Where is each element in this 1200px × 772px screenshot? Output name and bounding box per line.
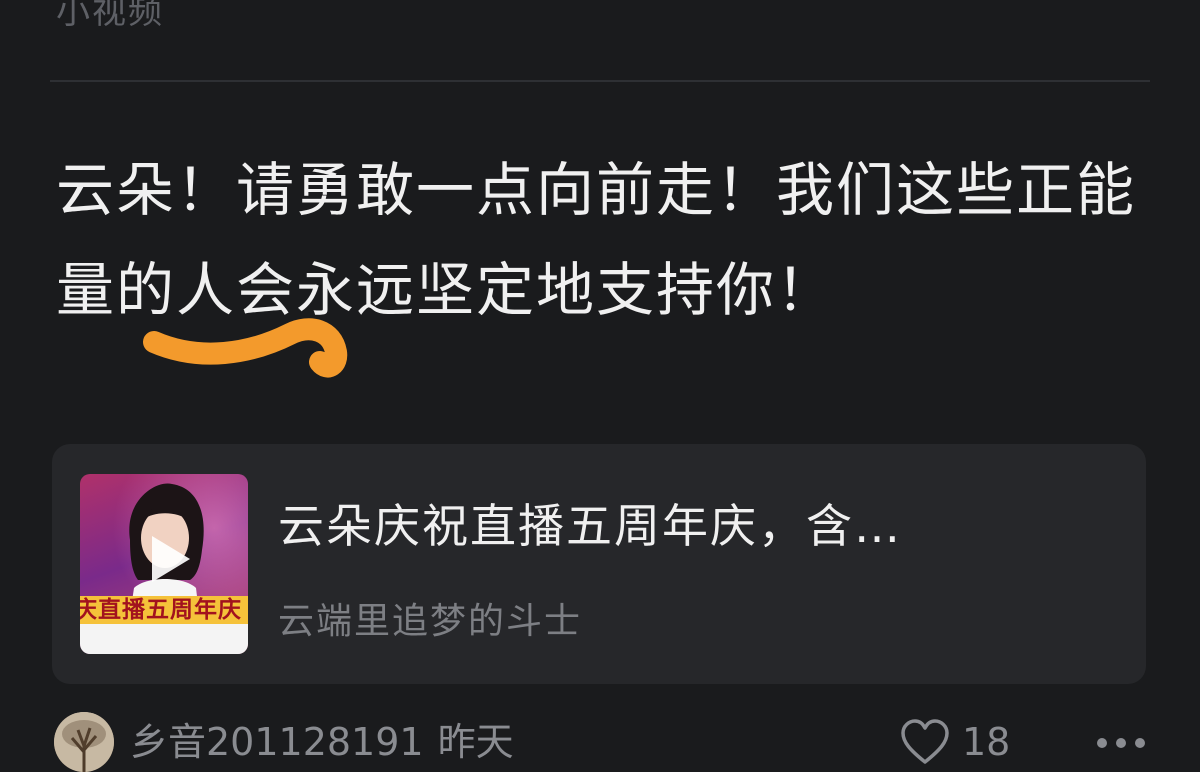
more-options-icon[interactable] <box>1096 736 1146 750</box>
avatar-tree-image <box>54 712 114 772</box>
post-time: 昨天 <box>437 720 514 764</box>
video-card[interactable]: 庆直播五周年庆 云朵庆祝直播五周年庆，含… 云端里追梦的斗士 <box>52 444 1146 684</box>
thumbnail-caption: 庆直播五周年庆 <box>80 596 248 624</box>
username[interactable]: 乡音201128191 <box>130 720 424 764</box>
video-thumbnail[interactable]: 庆直播五周年庆 <box>80 474 248 654</box>
play-icon[interactable] <box>136 528 198 590</box>
video-author[interactable]: 云端里追梦的斗士 <box>278 590 582 654</box>
thumbnail-lower-area <box>80 624 248 654</box>
avatar[interactable] <box>54 712 114 772</box>
post-meta: 乡音201128191 昨天 <box>130 712 514 772</box>
video-title[interactable]: 云朵庆祝直播五周年庆，含… <box>278 486 1118 566</box>
divider <box>50 80 1150 82</box>
section-label: 小视频 <box>56 0 164 32</box>
heart-icon[interactable] <box>900 718 950 768</box>
like-count: 18 <box>962 720 1011 764</box>
post-text: 云朵！请勇敢一点向前走！我们这些正能量的人会永远坚定地支持你！ <box>56 156 1137 324</box>
